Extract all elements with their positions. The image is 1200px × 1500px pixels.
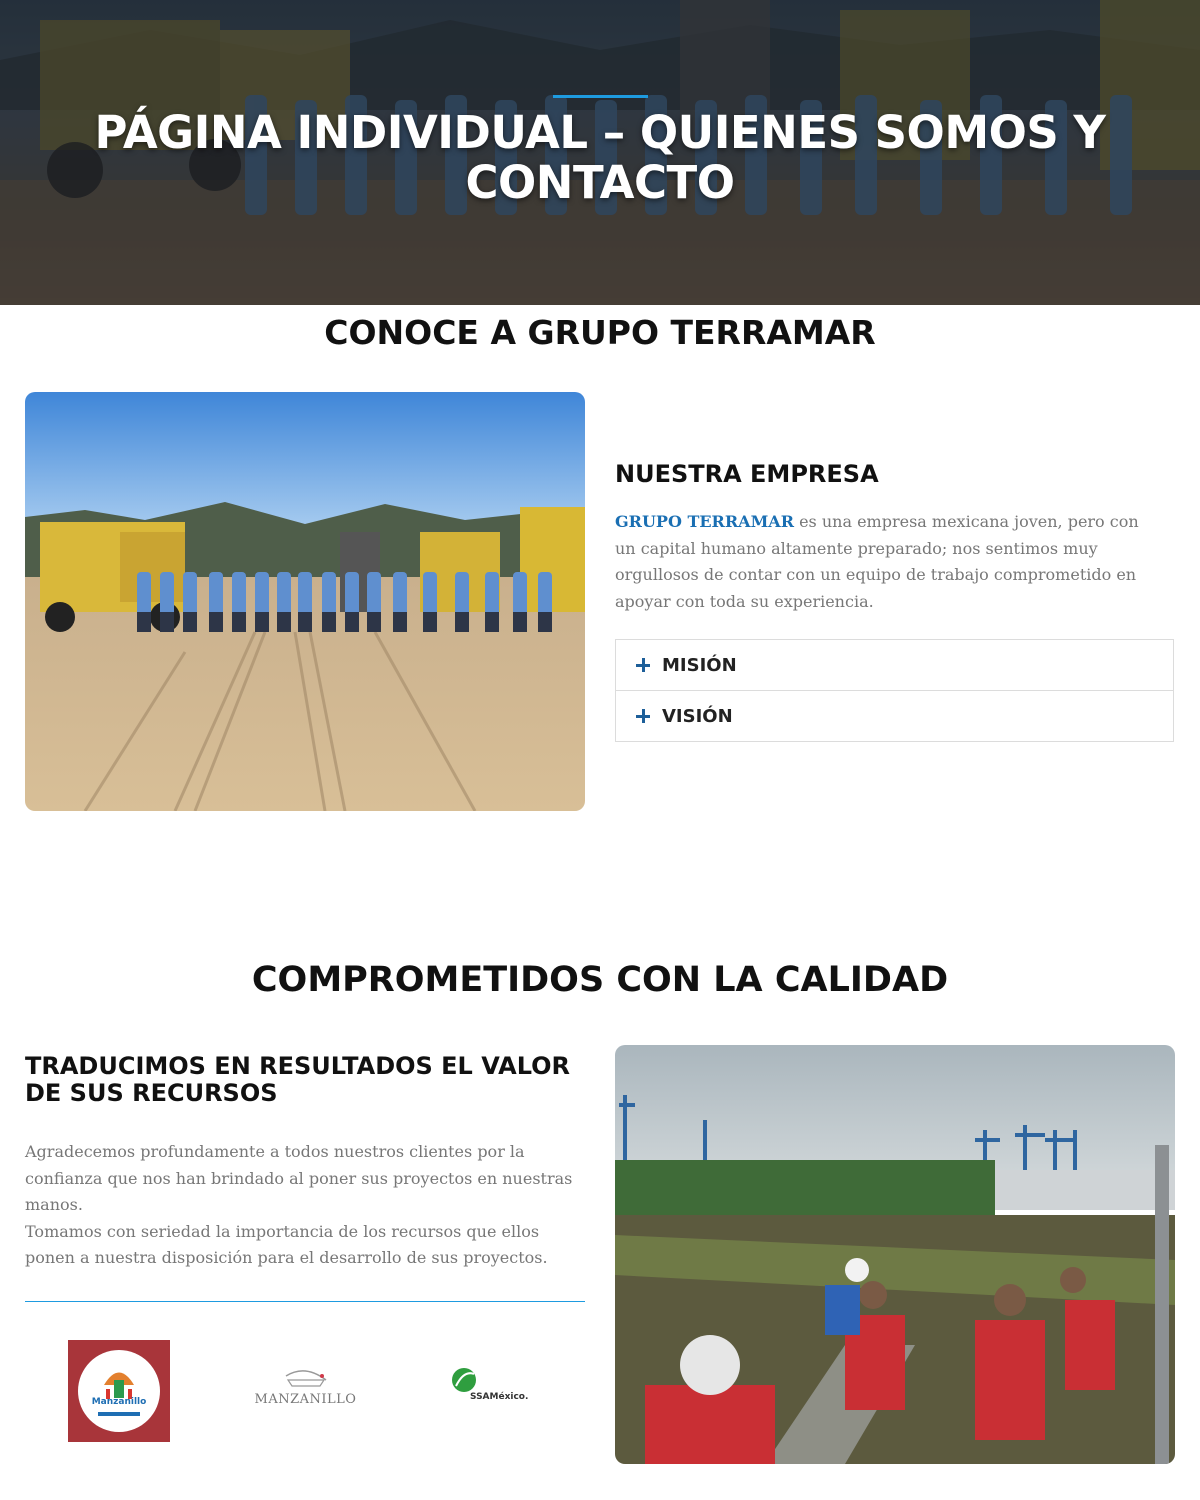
- empresa-description: GRUPO TERRAMAR es una empresa mexicana j…: [615, 509, 1160, 615]
- team-photo-image: [25, 392, 585, 811]
- quality-paragraph-2: Tomamos con seriedad la importancia de l…: [25, 1221, 548, 1268]
- port-inspection-photo: [615, 1045, 1175, 1464]
- team-photo: [25, 392, 585, 811]
- section-title-about: CONOCE A GRUPO TERRAMAR: [324, 313, 876, 352]
- brand-name: GRUPO TERRAMAR: [615, 512, 794, 531]
- page-title: PÁGINA INDIVIDUAL – QUIENES SOMOS Y CONT…: [94, 106, 1106, 209]
- plus-icon: [636, 709, 650, 723]
- accordion-item-mision[interactable]: MISIÓN: [616, 640, 1173, 691]
- quality-heading: TRADUCIMOS EN RESULTADOS EL VALOR DE SUS…: [25, 1052, 571, 1107]
- quality-paragraph-1: Agradecemos profundamente a todos nuestr…: [25, 1142, 573, 1214]
- hero-accent-line: [553, 95, 648, 98]
- mission-vision-accordion: MISIÓN VISIÓN: [615, 639, 1174, 742]
- plus-icon: [636, 658, 650, 672]
- ssa-logo-text: SSAMéxico.: [470, 1392, 529, 1402]
- quality-description: Agradecemos profundamente a todos nuestr…: [25, 1139, 585, 1272]
- ssa-mexico-logo: SSAMéxico.: [448, 1366, 538, 1411]
- port-inspection-image: [615, 1045, 1175, 1464]
- accordion-item-vision[interactable]: VISIÓN: [616, 691, 1173, 741]
- port-manzanillo-logo: MANZANILLO: [248, 1362, 363, 1417]
- ssa-leaf-icon: [452, 1368, 476, 1392]
- empresa-heading: NUESTRA EMPRESA: [615, 460, 879, 488]
- manzanillo-city-logo: Manzanillo: [68, 1340, 170, 1442]
- manzanillo-emblem-icon: [98, 1372, 140, 1416]
- accordion-label-vision: VISIÓN: [662, 705, 733, 727]
- ship-icon: [285, 1370, 327, 1387]
- port-logo-text: MANZANILLO: [254, 1392, 357, 1407]
- divider: [25, 1301, 585, 1302]
- section-title-quality: COMPROMETIDOS CON LA CALIDAD: [251, 960, 949, 1000]
- hero-banner: PÁGINA INDIVIDUAL – QUIENES SOMOS Y CONT…: [0, 0, 1200, 305]
- manzanillo-logo-text: Manzanillo: [91, 1397, 147, 1407]
- accordion-label-mision: MISIÓN: [662, 654, 737, 676]
